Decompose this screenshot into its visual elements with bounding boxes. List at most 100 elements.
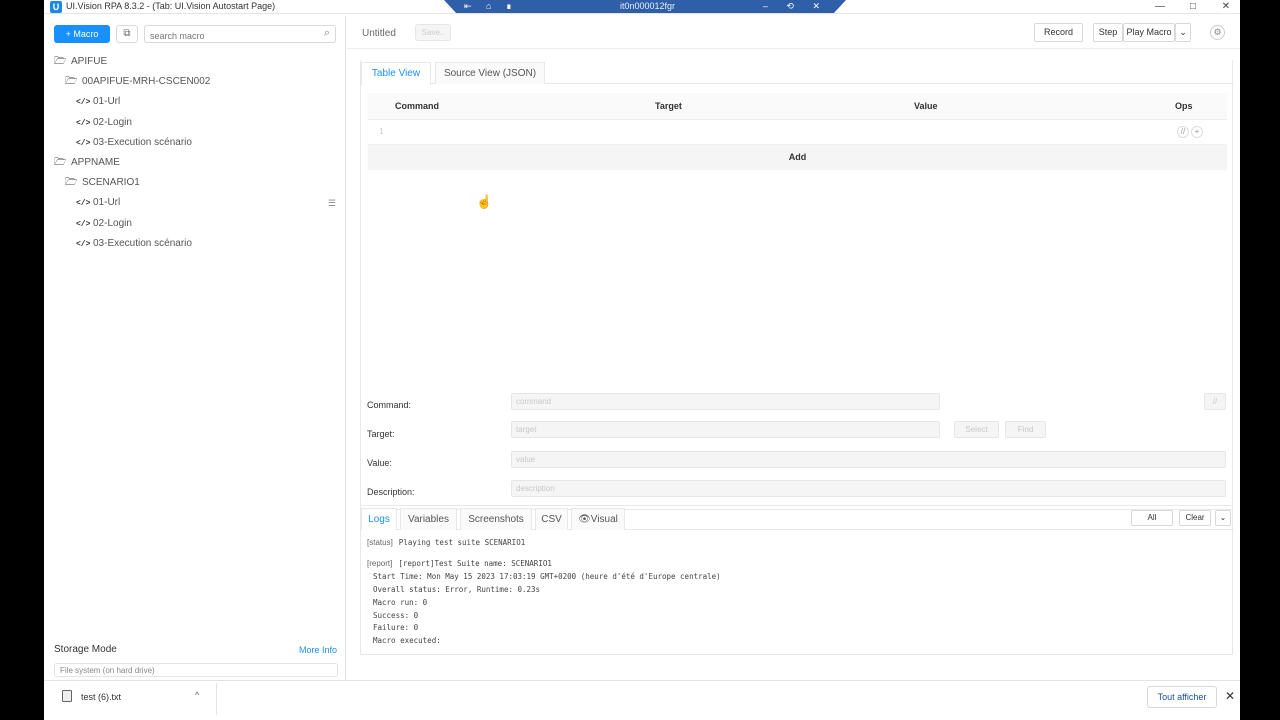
remote-bar-icons[interactable]: ⇤ ⌂ ∎	[464, 0, 518, 12]
editor-tabs: Table View Source View (JSON)	[361, 60, 1234, 85]
tab-visual[interactable]: 👁Visual	[571, 508, 625, 530]
row-number: 1	[379, 127, 384, 136]
downloaded-file[interactable]: test (6).txt	[81, 692, 121, 702]
hand-cursor-icon: ☝	[476, 194, 493, 209]
comment-row-button[interactable]: //	[1177, 126, 1189, 138]
log-line: Failure: 0	[373, 623, 419, 633]
select-button[interactable]: Select	[954, 421, 999, 438]
tab-csv[interactable]: CSV	[535, 508, 568, 530]
more-info-link[interactable]: More Info	[299, 645, 337, 655]
tree-macro-01-url[interactable]: </> 01-Url	[44, 92, 346, 112]
tree-item-label: 01-Url	[93, 96, 121, 108]
clear-logs-button[interactable]: Clear	[1179, 510, 1211, 526]
log-line: Macro executed:	[373, 636, 441, 646]
tree-folder-apifue[interactable]: 🗁 APIFUE	[44, 52, 346, 72]
tree-folder-00apifue[interactable]: 🗁 00APIFUE-MRH-CSCEN002	[44, 72, 346, 92]
log-filter-select[interactable]: All	[1131, 510, 1173, 526]
code-icon: </>	[76, 219, 91, 229]
folder-icon[interactable]: ⧉	[116, 25, 138, 43]
log-tabs: Logs Variables Screenshots CSV 👁Visual A…	[361, 506, 1234, 530]
command-label: Command:	[367, 400, 412, 410]
remote-bar-controls[interactable]: – ⟲ ✕	[763, 0, 828, 12]
storage-mode-select[interactable]: File system (on hard drive)	[54, 663, 338, 677]
tree-macro-01-url[interactable]: </> 01-Url ☰	[44, 193, 346, 213]
collapse-logs-button[interactable]: ⌄	[1215, 510, 1231, 526]
chevron-up-icon[interactable]: ^	[195, 690, 199, 700]
tree-item-label: APIFUE	[71, 56, 108, 67]
column-ops: Ops	[1175, 101, 1193, 111]
folder-open-icon: 🗁	[54, 156, 67, 168]
main-panel: Untitled Save.. Record Step Play Macro ⌄…	[347, 16, 1240, 680]
sidebar: + Macro ⧉ ⌕ 🗁 APIFUE 🗁 00APIFUE-MRH-CSCEN0…	[44, 16, 346, 680]
tree-folder-scenario1[interactable]: 🗁 SCENARIO1	[44, 173, 346, 193]
tree-macro-02-login[interactable]: </> 02-Login	[44, 214, 346, 234]
save-button[interactable]: Save..	[415, 24, 451, 41]
log-line: [status] Playing test suite SCENARIO1	[367, 538, 526, 547]
macro-editor: Table View Source View (JSON) Command Ta…	[360, 60, 1234, 510]
target-input[interactable]: target	[511, 421, 940, 438]
search-box[interactable]: ⌕	[144, 25, 336, 44]
tab-source-view[interactable]: Source View (JSON)	[435, 62, 545, 84]
target-label: Target:	[367, 429, 395, 439]
remote-session-bar[interactable]: ⇤ ⌂ ∎ it0n000012fgr – ⟲ ✕	[444, 0, 846, 13]
close-button[interactable]: ✕	[1211, 0, 1240, 14]
value-input[interactable]: value	[511, 451, 1226, 468]
log-output: [status] Playing test suite SCENARIO1 [re…	[367, 537, 721, 648]
step-button[interactable]: Step	[1093, 23, 1123, 42]
description-input[interactable]: description	[511, 480, 1226, 497]
settings-gear-icon[interactable]: ⚙	[1210, 25, 1225, 40]
folder-open-icon: 🗁	[54, 56, 67, 67]
logs-panel: Logs Variables Screenshots CSV 👁Visual A…	[360, 505, 1234, 655]
find-button[interactable]: Find	[1005, 421, 1046, 438]
uivision-logo-icon: U	[50, 1, 62, 13]
macro-tree: 🗁 APIFUE 🗁 00APIFUE-MRH-CSCEN002 </> 01-Url…	[44, 52, 346, 254]
table-row[interactable]: 1 //+	[368, 120, 1227, 145]
tab-variables[interactable]: Variables	[400, 508, 457, 530]
search-icon[interactable]: ⌕	[324, 27, 330, 40]
record-button[interactable]: Record	[1034, 23, 1083, 42]
column-value: Value	[914, 101, 938, 111]
play-options-dropdown[interactable]: ⌄	[1175, 23, 1191, 42]
tree-item-label: APPNAME	[71, 156, 120, 168]
tab-table-view[interactable]: Table View	[361, 62, 431, 85]
download-bar: test (6).txt ^ Tout afficher ✕	[44, 680, 1240, 715]
row-ops: //+	[1175, 126, 1203, 138]
folder-open-icon: 🗁	[65, 76, 78, 88]
tree-macro-02-login[interactable]: </> 02-Login	[44, 113, 346, 133]
maximize-button[interactable]: □	[1178, 0, 1208, 14]
tree-item-label: 00APIFUE-MRH-CSCEN002	[82, 76, 211, 88]
tab-screenshots[interactable]: Screenshots	[460, 508, 532, 530]
search-input[interactable]	[150, 28, 315, 44]
log-line: Macro run: 0	[373, 597, 428, 607]
code-icon: </>	[76, 138, 91, 148]
app-window: U UI.Vision RPA 8.3.2 - (Tab: UI.Vision …	[44, 0, 1240, 720]
close-download-bar-icon[interactable]: ✕	[1225, 689, 1235, 703]
log-line: Overall status: Error, Runtime: 0.23s	[373, 584, 541, 594]
code-icon: </>	[76, 239, 91, 249]
add-row-button[interactable]: +	[1191, 126, 1203, 138]
new-macro-button[interactable]: + Macro	[54, 25, 110, 43]
code-icon: </>	[76, 98, 91, 108]
storage-mode-label: Storage Mode	[54, 644, 117, 655]
item-menu-icon[interactable]: ☰	[328, 193, 336, 213]
tree-folder-appname[interactable]: 🗁 APPNAME	[44, 153, 346, 173]
tree-macro-03-execution[interactable]: </> 03-Execution scénario	[44, 234, 346, 254]
tree-macro-03-execution[interactable]: </> 03-Execution scénario	[44, 133, 346, 153]
log-line: [report] [report]Test Suite name: SCENARI…	[367, 558, 552, 568]
macro-title: Untitled	[362, 28, 396, 39]
minimize-button[interactable]: —	[1145, 0, 1175, 14]
tree-item-label: 02-Login	[93, 116, 132, 128]
tree-item-label: 02-Login	[93, 217, 132, 229]
show-all-button[interactable]: Tout afficher	[1147, 686, 1217, 708]
log-line: Success: 0	[373, 610, 419, 620]
window-title: UI.Vision RPA 8.3.2 - (Tab: UI.Vision Au…	[66, 1, 276, 11]
tab-logs[interactable]: Logs	[361, 508, 397, 530]
column-target: Target	[655, 101, 682, 111]
command-select[interactable]: command	[511, 393, 940, 410]
comment-toggle-button[interactable]: //	[1204, 393, 1226, 410]
add-command-button[interactable]: Add	[368, 145, 1227, 170]
code-icon: </>	[76, 118, 91, 128]
tree-item-label: 03-Execution scénario	[93, 237, 192, 249]
play-macro-button[interactable]: Play Macro	[1123, 23, 1175, 42]
